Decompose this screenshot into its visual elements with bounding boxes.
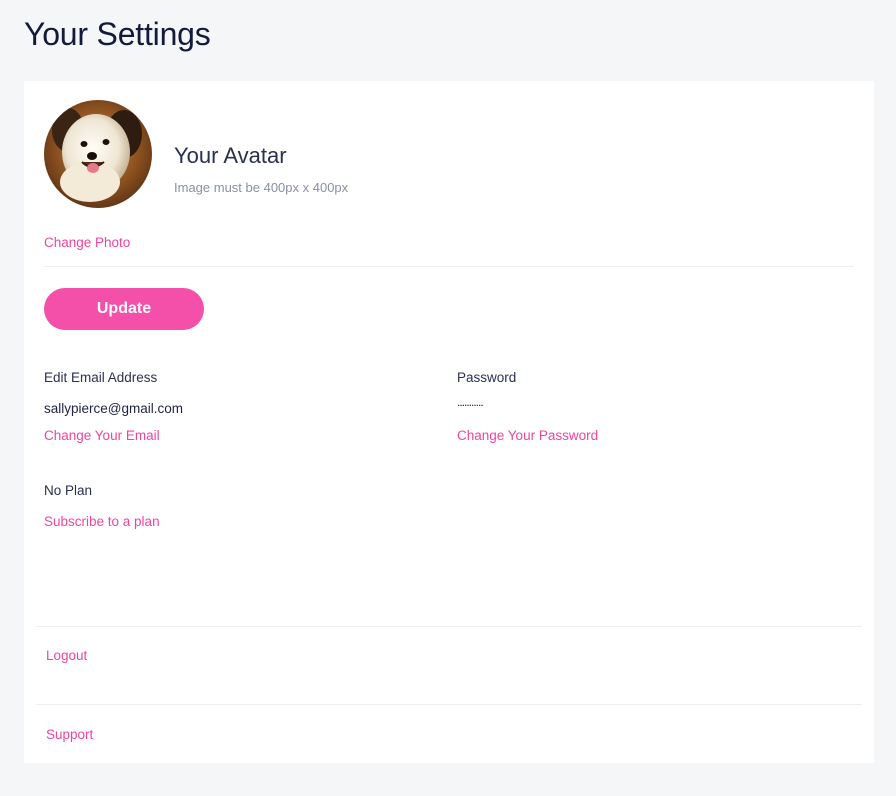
update-button[interactable]: Update — [44, 288, 204, 330]
divider — [36, 704, 862, 705]
password-label: Password — [457, 370, 517, 385]
avatar[interactable] — [44, 100, 152, 208]
logout-link[interactable]: Logout — [46, 648, 87, 663]
change-photo-link[interactable]: Change Photo — [44, 235, 130, 250]
password-value: ........... — [457, 395, 484, 409]
subscribe-link[interactable]: Subscribe to a plan — [44, 514, 160, 529]
support-link[interactable]: Support — [46, 727, 93, 742]
email-label: Edit Email Address — [44, 370, 158, 385]
divider — [44, 266, 854, 267]
plan-status: No Plan — [44, 483, 93, 498]
change-email-link[interactable]: Change Your Email — [44, 428, 160, 443]
dog-photo-icon — [44, 100, 152, 208]
settings-card: Your Avatar Image must be 400px x 400px … — [24, 81, 874, 763]
page-title: Your Settings — [24, 16, 211, 52]
avatar-title: Your Avatar — [174, 143, 287, 168]
email-value: sallypierce@gmail.com — [44, 401, 183, 416]
divider — [36, 626, 862, 627]
avatar-hint: Image must be 400px x 400px — [174, 180, 349, 195]
change-password-link[interactable]: Change Your Password — [457, 428, 598, 443]
